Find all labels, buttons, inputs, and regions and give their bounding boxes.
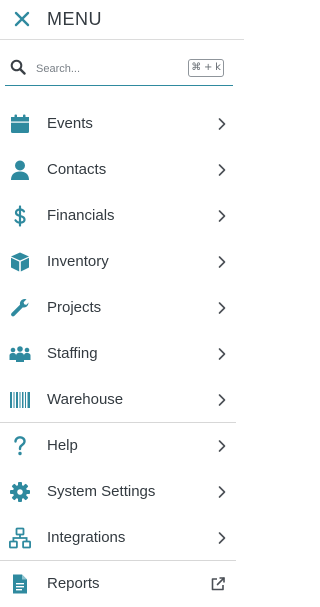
menu-item-contacts[interactable]: Contacts — [0, 147, 236, 193]
gear-icon — [9, 481, 31, 503]
chevron-right-icon — [217, 117, 227, 131]
menu-item-help[interactable]: Help — [0, 423, 236, 469]
network-icon — [8, 527, 32, 549]
dollar-icon — [9, 205, 31, 227]
chevron-right-icon — [217, 531, 227, 545]
box-icon — [9, 251, 31, 273]
search-icon — [10, 59, 26, 75]
menu-item-label: Contacts — [47, 161, 107, 178]
menu-item-system-settings[interactable]: System Settings — [0, 469, 236, 515]
document-icon — [9, 573, 31, 595]
barcode-icon — [9, 389, 31, 411]
menu-item-label: Financials — [47, 207, 115, 224]
menu-item-label: Help — [47, 437, 78, 454]
search-bar: ⌘ + k — [5, 55, 233, 86]
chevron-right-icon — [217, 393, 227, 407]
chevron-right-icon — [217, 347, 227, 361]
chevron-right-icon — [217, 439, 227, 453]
menu-item-label: Events — [47, 115, 93, 132]
wrench-icon — [9, 297, 31, 319]
menu-item-label: Warehouse — [47, 391, 124, 408]
person-icon — [9, 159, 31, 181]
chevron-right-icon — [217, 209, 227, 223]
menu-item-financials[interactable]: Financials — [0, 193, 236, 239]
menu-item-label: Staffing — [47, 345, 98, 362]
menu-title: MENU — [47, 9, 102, 29]
calendar-icon — [9, 113, 31, 135]
people-icon — [9, 343, 31, 365]
menu-item-label: Projects — [47, 299, 102, 316]
menu-item-label: Inventory — [47, 253, 109, 270]
chevron-right-icon — [217, 301, 227, 315]
menu-item-label: Reports — [47, 575, 100, 592]
menu-item-staffing[interactable]: Staffing — [0, 331, 236, 377]
menu-item-label: Integrations — [47, 529, 126, 546]
menu-header: MENU — [0, 0, 244, 40]
chevron-right-icon — [217, 163, 227, 177]
search-input[interactable] — [36, 58, 184, 80]
chevron-right-icon — [217, 485, 227, 499]
menu-item-projects[interactable]: Projects — [0, 285, 236, 331]
menu-item-integrations[interactable]: Integrations — [0, 515, 236, 561]
external-link-icon — [210, 576, 226, 592]
close-icon[interactable] — [11, 8, 33, 30]
keyboard-shortcut-badge: ⌘ + k — [188, 59, 224, 77]
menu-item-reports[interactable]: Reports — [0, 561, 236, 607]
menu-item-label: System Settings — [47, 483, 156, 500]
menu-item-inventory[interactable]: Inventory — [0, 239, 236, 285]
question-icon — [9, 435, 31, 457]
menu-item-events[interactable]: Events — [0, 101, 236, 147]
chevron-right-icon — [217, 255, 227, 269]
menu-item-warehouse[interactable]: Warehouse — [0, 377, 236, 423]
